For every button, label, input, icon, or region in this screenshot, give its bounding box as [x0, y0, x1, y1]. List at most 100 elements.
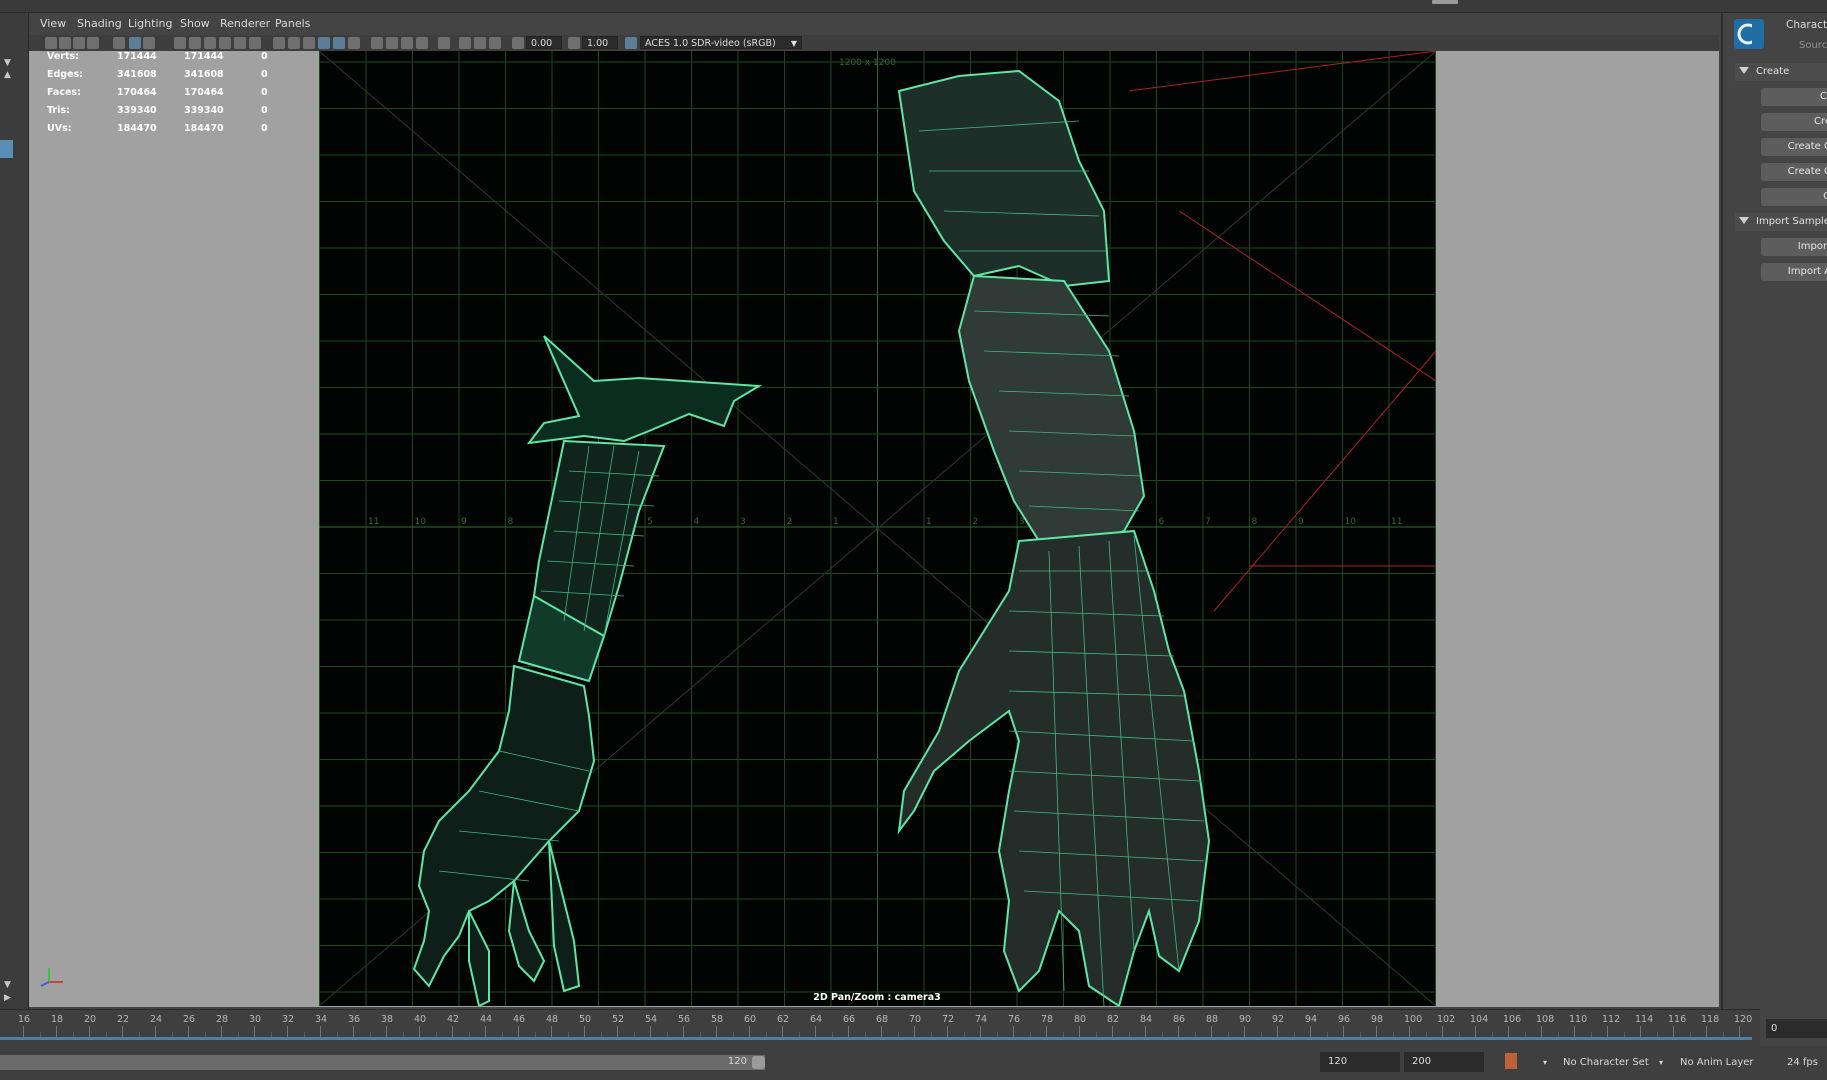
xray-components-icon[interactable]	[489, 37, 501, 49]
menu-show[interactable]: Show	[180, 17, 210, 30]
menu-shading[interactable]: Shading	[77, 17, 122, 30]
menu-panels[interactable]: Panels	[275, 17, 310, 30]
gamma-field[interactable]: 1.00	[582, 36, 618, 49]
timeline-tick-label: 18	[51, 1014, 64, 1025]
timeline-tick-label: 94	[1305, 1014, 1318, 1025]
film-gate-icon[interactable]	[174, 37, 186, 49]
menu-lighting[interactable]: Lighting	[128, 17, 172, 30]
create-button-3[interactable]: Create C	[1761, 138, 1827, 156]
dock-selected-item[interactable]	[0, 140, 13, 158]
xray-joints-icon[interactable]	[474, 37, 486, 49]
import-section-header[interactable]: Import Sample	[1735, 213, 1827, 231]
timeline-tick-label: 34	[315, 1014, 328, 1025]
chevron-down-icon[interactable]: ▾	[1543, 1058, 1547, 1067]
screen-space-ao-icon[interactable]	[386, 37, 398, 49]
auto-key-icon[interactable]	[1505, 1053, 1517, 1069]
create-button-5[interactable]: Q	[1761, 188, 1827, 206]
isolate-select-icon[interactable]	[438, 37, 450, 49]
hud-value: 0	[261, 105, 268, 116]
wireframe-on-shaded-icon[interactable]	[318, 37, 330, 49]
gamma-icon[interactable]	[568, 37, 580, 49]
timeline-tick-label: 42	[447, 1014, 460, 1025]
xray-icon[interactable]	[459, 37, 471, 49]
textured-icon[interactable]	[333, 37, 345, 49]
timeline-tick-label: 104	[1470, 1014, 1489, 1025]
grid-number-label: 9	[461, 517, 467, 527]
grid-number-label: 5	[647, 517, 653, 527]
grid-toggle-icon[interactable]	[143, 37, 155, 49]
camera-attributes-icon[interactable]	[59, 37, 71, 49]
panel-subtitle: Source	[1799, 40, 1827, 51]
chevron-down-icon[interactable]: ▼	[4, 58, 11, 68]
select-camera-icon[interactable]	[45, 37, 57, 49]
range-slider-end-label: 120	[727, 1056, 747, 1067]
safe-title-icon[interactable]	[249, 37, 261, 49]
grid-number-label: 11	[368, 517, 379, 527]
timeline-tick-label: 116	[1668, 1014, 1687, 1025]
color-management-icon[interactable]	[625, 37, 637, 49]
gate-mask-icon[interactable]	[204, 37, 216, 49]
human-ik-logo-icon	[1734, 19, 1764, 49]
bookmark-icon[interactable]	[73, 37, 85, 49]
grid-number-label: 2	[787, 517, 793, 527]
fps-dropdown[interactable]: 24 fps	[1787, 1057, 1818, 1068]
chevron-down-icon[interactable]: ▼	[4, 980, 11, 990]
playback-end-field[interactable]: 120	[1320, 1052, 1400, 1072]
smooth-shade-icon[interactable]	[288, 37, 300, 49]
character-set-dropdown[interactable]: No Character Set	[1563, 1057, 1649, 1068]
shadows-icon[interactable]	[371, 37, 383, 49]
chevron-up-icon[interactable]: ▲	[4, 70, 11, 80]
resolution-label: 1200 x 1200	[839, 58, 896, 68]
hud-label: UVs:	[47, 123, 72, 134]
chevron-right-icon[interactable]: ▶	[4, 993, 11, 1003]
grease-pencil-icon[interactable]	[113, 37, 125, 49]
motion-blur-icon[interactable]	[401, 37, 413, 49]
chevron-down-icon[interactable]: ▾	[1659, 1058, 1663, 1067]
twod-pan-zoom-icon[interactable]	[129, 37, 141, 49]
hud-value: 170464	[184, 87, 224, 98]
create-button-2[interactable]: Cre	[1761, 113, 1827, 131]
camera-render-region[interactable]: 1200 x 1200 11111010998877665544332211	[319, 51, 1436, 1006]
timeline-tick-label: 68	[876, 1014, 889, 1025]
timeline-tick-label: 84	[1140, 1014, 1153, 1025]
exposure-icon[interactable]	[512, 37, 524, 49]
timeline-tick-label: 20	[84, 1014, 97, 1025]
range-slider[interactable]: 120	[0, 1055, 765, 1070]
current-frame-field[interactable]: 0	[1766, 1019, 1827, 1038]
default-material-icon[interactable]	[303, 37, 315, 49]
safe-action-icon[interactable]	[234, 37, 246, 49]
grid-number-label: 9	[1298, 517, 1304, 527]
view-transform-dropdown[interactable]: ACES 1.0 SDR-video (sRGB) ▼	[640, 36, 802, 49]
exposure-field[interactable]: 0.00	[526, 36, 562, 49]
grid-number-label: 8	[508, 517, 514, 527]
hud-value: 171444	[184, 51, 224, 62]
time-slider-range-line	[0, 1037, 1752, 1040]
field-chart-icon[interactable]	[219, 37, 231, 49]
anti-aliasing-icon[interactable]	[416, 37, 428, 49]
time-slider[interactable]: 16 18 20 22 24 26 28 30 32 34 36 38 40 42 44 46 48 50 52 54…	[0, 1009, 1760, 1046]
hud-value: 0	[261, 69, 268, 80]
import-button-2[interactable]: Import A	[1761, 263, 1827, 281]
create-section-header[interactable]: Create	[1735, 63, 1827, 81]
window-control[interactable]	[1432, 0, 1458, 4]
viewport-panel[interactable]: Verts: 171444 171444 0 Edges: 341608 341…	[29, 51, 1719, 1007]
left-dock: ▼ ▲ ▼ ▶	[0, 13, 29, 1009]
import-button-1[interactable]: Import	[1761, 238, 1827, 256]
anim-layer-dropdown[interactable]: No Anim Layer	[1680, 1057, 1754, 1068]
menu-view[interactable]: View	[40, 17, 66, 30]
resolution-gate-icon[interactable]	[189, 37, 201, 49]
image-plane-icon[interactable]	[87, 37, 99, 49]
animation-end-field[interactable]: 200	[1404, 1052, 1484, 1072]
create-button-1[interactable]: Cr	[1761, 88, 1827, 106]
axis-gizmo-icon	[40, 968, 63, 987]
wireframe-icon[interactable]	[273, 37, 285, 49]
timeline-tick-label: 96	[1338, 1014, 1351, 1025]
timeline-tick-label: 40	[414, 1014, 427, 1025]
create-button-4[interactable]: Create C	[1761, 163, 1827, 181]
use-all-lights-icon[interactable]	[348, 37, 360, 49]
timeline-tick-label: 74	[975, 1014, 988, 1025]
range-slider-handle[interactable]	[752, 1056, 765, 1069]
wireframe-scene: 1200 x 1200 11111010998877665544332211	[319, 51, 1436, 1006]
menu-renderer[interactable]: Renderer	[220, 17, 270, 30]
grid-number-label: 10	[1345, 517, 1357, 527]
